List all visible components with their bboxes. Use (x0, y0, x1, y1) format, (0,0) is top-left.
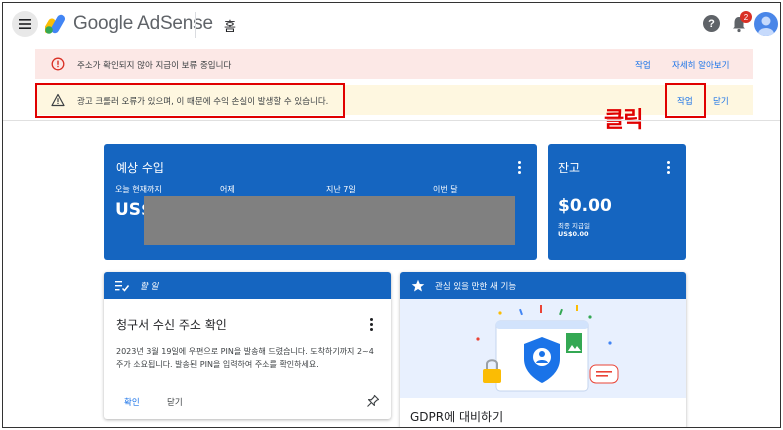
new-features-card[interactable]: 관심 있을 만한 새 기능 GDPR에 대비하기 (400, 272, 686, 427)
learn-more-link[interactable]: 자세히 알아보기 (672, 59, 729, 71)
app-window: Google AdSense 홈 ? 2 주소가 확인되지 않아 지급이 보류 … (2, 2, 781, 428)
balance-amount: $0.00 (558, 196, 612, 216)
todo-card-header: 할 일 (104, 272, 391, 299)
annotation-highlight-message (35, 83, 345, 118)
top-app-bar: Google AdSense 홈 ? 2 (3, 3, 780, 47)
todo-card: 할 일 청구서 수신 주소 확인 2023년 3월 19일에 우편으로 PIN을… (104, 272, 391, 419)
annotation-click-label: 클릭 (604, 108, 643, 133)
card-title: 잔고 (558, 161, 581, 175)
avatar[interactable] (754, 12, 778, 36)
estimated-earnings-card[interactable]: 예상 수입 오늘 현재까지 어제 지난 7일 이번 달 US$ (104, 144, 537, 260)
column-label: 오늘 현재까지 (115, 185, 162, 194)
app-name[interactable]: Google AdSense (73, 13, 213, 35)
column-label: 지난 7일 (326, 185, 356, 194)
features-header-label: 관심 있을 만한 새 기능 (435, 282, 517, 292)
notification-badge: 2 (740, 11, 752, 23)
menu-button[interactable] (12, 11, 38, 37)
todo-body: 2023년 3월 19일에 우편으로 PIN을 발송해 드렸습니다. 도착하기까… (116, 347, 374, 369)
column-label: 어제 (220, 185, 235, 194)
last-payment-label: 최종 지급일 (558, 222, 590, 230)
todo-header-label: 할 일 (140, 282, 159, 292)
address-warning-banner: 주소가 확인되지 않아 지급이 보류 중입니다 작업 자세히 알아보기 (35, 49, 753, 79)
shield-illustration (400, 299, 686, 398)
redaction-block (144, 196, 515, 245)
feature-title: GDPR에 대비하기 (410, 410, 504, 424)
card-title: 예상 수입 (116, 161, 164, 175)
last-payment-value: US$0.00 (558, 230, 589, 238)
features-card-header: 관심 있을 만한 새 기능 (400, 272, 686, 299)
balance-card[interactable]: 잔고 $0.00 최종 지급일 US$0.00 (548, 144, 686, 260)
confirm-button[interactable]: 확인 (124, 396, 140, 408)
avatar-icon (758, 16, 774, 36)
help-icon[interactable]: ? (703, 15, 720, 32)
kebab-icon[interactable] (518, 161, 522, 175)
todo-title: 청구서 수신 주소 확인 (116, 318, 227, 332)
kebab-icon[interactable] (370, 318, 374, 332)
adsense-logo-icon[interactable] (45, 14, 67, 34)
error-icon (51, 57, 65, 71)
pin-icon[interactable] (366, 394, 380, 408)
crawler-dismiss-link[interactable]: 닫기 (713, 95, 729, 107)
kebab-icon[interactable] (667, 161, 671, 175)
close-button[interactable]: 닫기 (167, 396, 183, 408)
section-divider (3, 120, 780, 121)
annotation-highlight-action (665, 83, 706, 118)
banner-message: 주소가 확인되지 않아 지급이 보류 중입니다 (77, 61, 232, 71)
star-icon (411, 279, 425, 292)
address-action-link[interactable]: 작업 (635, 59, 651, 71)
menu-icon (19, 19, 31, 29)
page-title: 홈 (224, 20, 236, 35)
checklist-icon (115, 281, 129, 292)
column-label: 이번 달 (433, 185, 458, 194)
header-divider (195, 12, 196, 38)
